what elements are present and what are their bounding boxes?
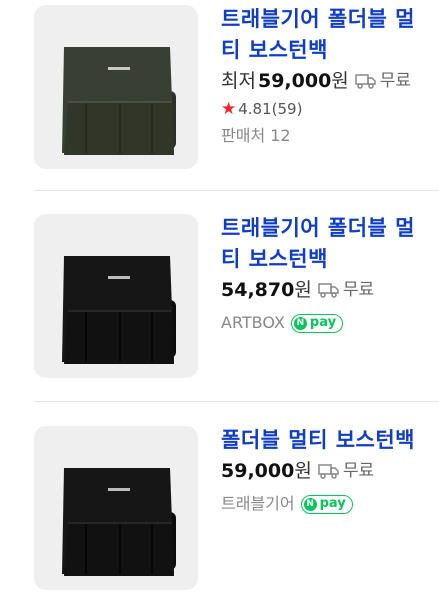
shipping-info: 무료 (318, 275, 374, 305)
price: 54,870 (221, 279, 295, 301)
shipping-label: 무료 (342, 461, 375, 481)
divider (34, 190, 439, 191)
truck-icon (355, 74, 376, 89)
title-line[interactable]: 트래블기어 폴더블 멀 (221, 7, 415, 31)
title-line[interactable]: 폴더블 멀티 보스턴백 (221, 428, 415, 452)
seller-row[interactable]: 판매처 12 (221, 122, 439, 150)
price: 59,000 (221, 460, 295, 482)
product-title[interactable]: 트래블기어 폴더블 멀 티 보스턴백 (221, 4, 439, 66)
npay-label: pay (309, 315, 337, 330)
product-image[interactable] (34, 5, 198, 169)
seller-count[interactable]: 판매처 12 (221, 122, 291, 150)
price: 59,000 (257, 70, 332, 92)
bag-image (62, 468, 176, 576)
rating-value: 4.81 (238, 100, 272, 118)
price-row: 최저 59,000 원 무료 (221, 66, 439, 96)
price-prefix: 최저 (221, 70, 256, 92)
npay-icon: N (293, 316, 307, 330)
seller-row[interactable]: 트래블기어 N pay (221, 490, 439, 518)
product-image[interactable] (34, 214, 198, 378)
product-title[interactable]: 폴더블 멀티 보스턴백 (221, 425, 439, 456)
npay-badge: N pay (290, 313, 344, 333)
bag-image (62, 47, 176, 155)
seller-row[interactable]: ARTBOX N pay (221, 309, 439, 337)
shipping-info: 무료 (355, 66, 411, 96)
currency: 원 (294, 279, 312, 301)
price-row: 54,870 원 무료 (221, 275, 439, 305)
product-title[interactable]: 트래블기어 폴더블 멀 티 보스턴백 (221, 213, 439, 275)
bag-image (62, 256, 176, 364)
npay-badge: N pay (300, 494, 353, 514)
rating-row: ★ 4.81 (59) (221, 96, 439, 122)
seller-name[interactable]: ARTBOX (221, 309, 285, 337)
npay-label: pay (319, 496, 346, 511)
title-line[interactable]: 티 보스턴백 (221, 247, 328, 271)
price-row: 59,000 원 무료 (221, 456, 439, 486)
star-icon: ★ (221, 99, 237, 119)
currency: 원 (331, 70, 349, 92)
currency: 원 (294, 460, 312, 482)
divider (34, 401, 439, 402)
npay-icon: N (303, 497, 317, 511)
seller-name[interactable]: 트래블기어 (221, 490, 295, 518)
review-count[interactable]: (59) (272, 96, 303, 122)
title-line[interactable]: 트래블기어 폴더블 멀 (221, 216, 415, 240)
truck-icon (318, 464, 339, 479)
shipping-label: 무료 (379, 71, 412, 91)
product-image[interactable] (34, 426, 198, 590)
shipping-label: 무료 (342, 280, 375, 300)
title-line[interactable]: 티 보스턴백 (221, 38, 328, 62)
shipping-info: 무료 (318, 456, 374, 486)
truck-icon (318, 283, 339, 298)
